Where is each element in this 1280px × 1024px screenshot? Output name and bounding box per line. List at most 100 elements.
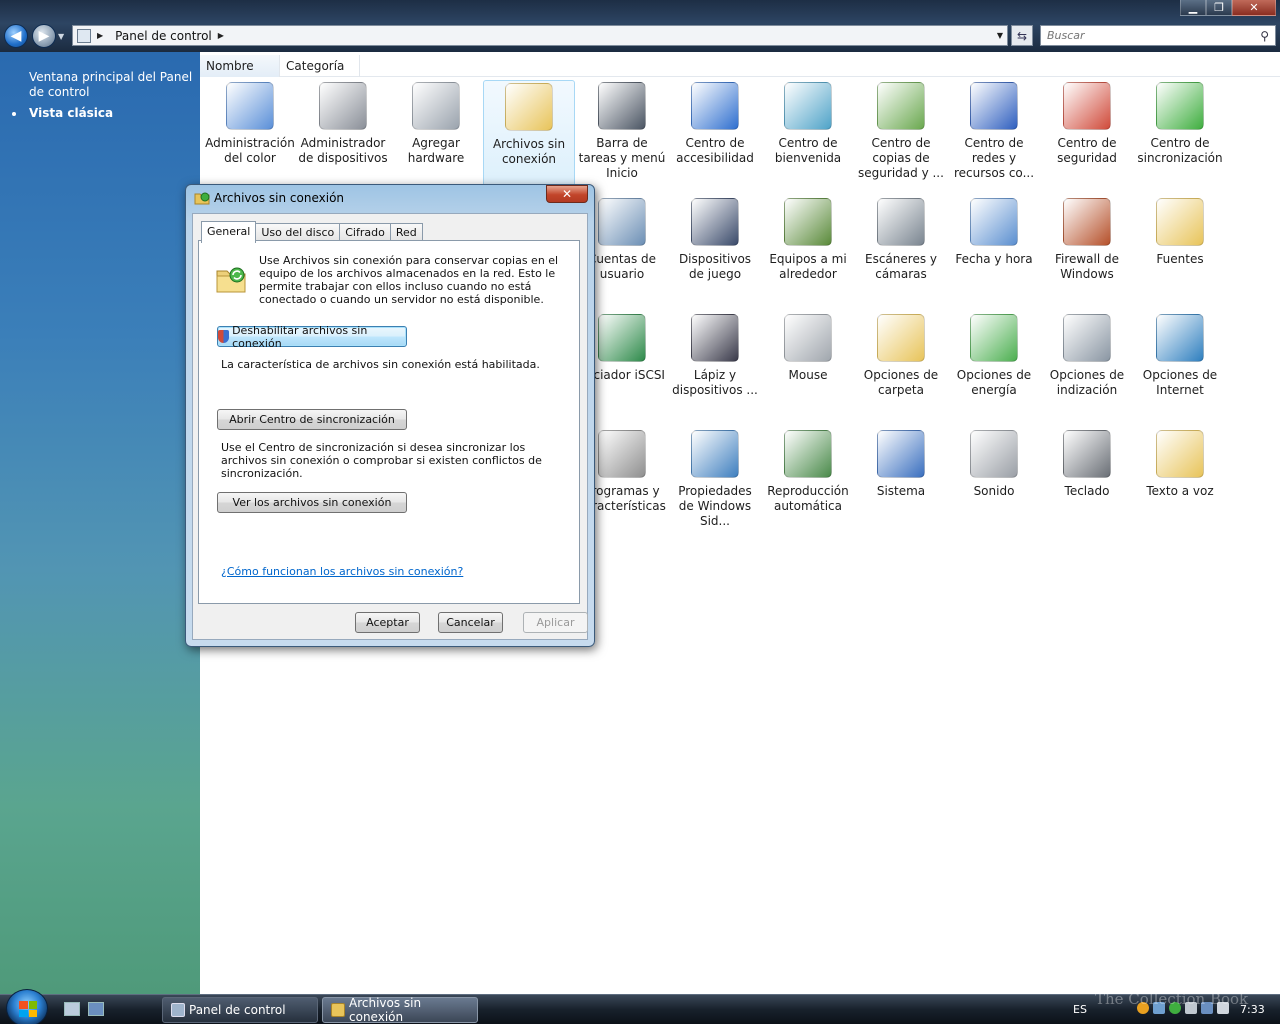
control-panel-item[interactable]: Centro de bienvenida xyxy=(762,80,854,190)
control-panel-icon xyxy=(77,28,91,43)
disable-offline-files-button[interactable]: Deshabilitar archivos sin conexión xyxy=(217,323,407,350)
column-header-name[interactable]: Nombre xyxy=(200,55,280,77)
control-panel-item[interactable]: Fuentes xyxy=(1134,196,1226,306)
item-label: Centro de seguridad xyxy=(1057,136,1117,165)
back-arrow-icon: ◀ xyxy=(10,28,22,44)
add-hardware-icon xyxy=(412,82,460,130)
control-panel-item[interactable]: Centro de copias de seguridad y ... xyxy=(855,80,947,190)
control-panel-item[interactable]: Opciones de Internet xyxy=(1134,312,1226,422)
control-panel-item[interactable]: Opciones de carpeta xyxy=(855,312,947,422)
control-panel-item[interactable]: Sistema xyxy=(855,428,947,538)
control-panel-item[interactable]: Firewall de Windows xyxy=(1041,196,1133,306)
taskbar-button-offline-files[interactable]: Archivos sin conexión xyxy=(322,996,478,1024)
sidebar-properties-icon xyxy=(691,430,739,478)
tab-general[interactable]: General xyxy=(201,221,257,243)
open-sync-center-button[interactable]: Abrir Centro de sincronización xyxy=(217,409,407,430)
control-panel-item[interactable]: Fecha y hora xyxy=(948,196,1040,306)
item-label: Administrador de dispositivos xyxy=(298,136,388,165)
control-panel-item[interactable]: Opciones de indización xyxy=(1041,312,1133,422)
control-panel-item[interactable]: Escáneres y cámaras xyxy=(855,196,947,306)
language-indicator[interactable]: ES xyxy=(1073,1003,1087,1016)
sync-center-icon xyxy=(1156,82,1204,130)
ok-button[interactable]: Aceptar xyxy=(355,612,420,633)
address-bar[interactable]: ▶ Panel de control ▶ ▼ xyxy=(72,25,1008,46)
general-tab-panel: Use Archivos sin conexión para conservar… xyxy=(198,240,580,604)
address-dropdown-icon[interactable]: ▼ xyxy=(997,31,1003,40)
search-box[interactable]: ⚲ xyxy=(1040,25,1276,46)
control-panel-item[interactable]: Administración del color xyxy=(204,80,296,190)
dialog-tabs: General Uso del disco Cifrado Red xyxy=(201,221,423,243)
close-button[interactable]: ✕ xyxy=(1232,0,1276,16)
control-panel-item[interactable]: Sonido xyxy=(948,428,1040,538)
switch-windows-icon[interactable] xyxy=(88,1002,104,1016)
maximize-button[interactable]: ❐ xyxy=(1206,0,1232,16)
cancel-button[interactable]: Cancelar xyxy=(438,612,503,633)
programs-icon xyxy=(598,430,646,478)
indexing-icon xyxy=(1063,314,1111,362)
column-headers: Nombre Categoría xyxy=(200,55,1280,77)
breadcrumb-control-panel[interactable]: Panel de control xyxy=(115,29,212,43)
control-panel-item[interactable]: Centro de seguridad xyxy=(1041,80,1133,190)
refresh-button[interactable]: ⇆ xyxy=(1011,25,1033,46)
sync-description: Use el Centro de sincronización si desea… xyxy=(221,441,542,480)
back-button[interactable]: ◀ xyxy=(4,24,28,48)
forward-button[interactable]: ▶ xyxy=(32,24,56,48)
mouse-icon xyxy=(784,314,832,362)
disable-button-label: Deshabilitar archivos sin conexión xyxy=(232,323,368,350)
history-dropdown-icon[interactable]: ▼ xyxy=(58,32,64,41)
minimize-button[interactable]: ▁ xyxy=(1180,0,1206,16)
window-title-bar: ▁ ❐ ✕ ◀ ▶ ▼ ▶ Panel de control ▶ ▼ ⇆ ⚲ xyxy=(0,0,1280,52)
apply-button[interactable]: Aplicar xyxy=(523,612,588,633)
control-panel-item[interactable]: Agregar hardware xyxy=(390,80,482,190)
breadcrumb-chevron-icon[interactable]: ▶ xyxy=(218,31,224,40)
speaker-icon xyxy=(970,430,1018,478)
offline-files-icon xyxy=(216,267,246,293)
color-management-icon xyxy=(226,82,274,130)
status-text: La característica de archivos sin conexi… xyxy=(221,358,540,371)
dialog-close-button[interactable]: ✕ xyxy=(546,185,588,203)
control-panel-item[interactable]: Administrador de dispositivos xyxy=(297,80,389,190)
item-label: Archivos sin conexión xyxy=(492,137,566,166)
view-offline-files-button[interactable]: Ver los archivos sin conexión xyxy=(217,492,407,513)
show-desktop-icon[interactable] xyxy=(64,1002,80,1016)
control-panel-item[interactable]: Dispositivos de juego xyxy=(669,196,761,306)
control-panel-item[interactable]: Teclado xyxy=(1041,428,1133,538)
control-panel-item[interactable]: Centro de accesibilidad xyxy=(669,80,761,190)
taskbar-button-control-panel[interactable]: Panel de control xyxy=(162,997,318,1023)
fonts-icon xyxy=(1156,198,1204,246)
iscsi-icon xyxy=(598,314,646,362)
keyboard-icon xyxy=(1063,430,1111,478)
start-button[interactable] xyxy=(6,989,48,1024)
folder-options-icon xyxy=(877,314,925,362)
control-panel-icon xyxy=(171,1003,185,1017)
control-panel-item[interactable]: Equipos a mi alrededor xyxy=(762,196,854,306)
control-panel-item[interactable]: Opciones de energía xyxy=(948,312,1040,422)
item-label: Fecha y hora xyxy=(955,252,1033,266)
item-label: Administración del color xyxy=(205,136,295,165)
search-icon[interactable]: ⚲ xyxy=(1260,29,1269,43)
column-header-category[interactable]: Categoría xyxy=(280,55,360,77)
firewall-icon xyxy=(1063,198,1111,246)
search-input[interactable] xyxy=(1041,29,1241,42)
item-label: Agregar hardware xyxy=(407,136,465,165)
control-panel-item[interactable]: Reproducción automática xyxy=(762,428,854,538)
item-label: Propiedades de Windows Sid... xyxy=(678,484,752,528)
item-label: Equipos a mi alrededor xyxy=(769,252,847,281)
control-panel-item[interactable]: Texto a voz xyxy=(1134,428,1226,538)
control-panel-item[interactable]: Centro de sincronización xyxy=(1134,80,1226,190)
control-panel-item[interactable]: Barra de tareas y menú Inicio xyxy=(576,80,668,190)
control-panel-item[interactable]: Mouse xyxy=(762,312,854,422)
offline-files-icon xyxy=(331,1003,345,1017)
item-label: Escáneres y cámaras xyxy=(865,252,937,281)
people-near-me-icon xyxy=(784,198,832,246)
control-panel-item[interactable]: Archivos sin conexión xyxy=(483,80,575,190)
control-panel-item[interactable]: Lápiz y dispositivos ... xyxy=(669,312,761,422)
sidebar-item-classic-view[interactable]: Vista clásica xyxy=(29,106,194,121)
autoplay-icon xyxy=(784,430,832,478)
item-label: Barra de tareas y menú Inicio xyxy=(578,136,666,180)
help-link[interactable]: ¿Cómo funcionan los archivos sin conexió… xyxy=(221,565,463,578)
breadcrumb-separator-icon: ▶ xyxy=(97,31,104,40)
sidebar-item-control-panel-home[interactable]: Ventana principal del Panel de control xyxy=(29,70,194,100)
control-panel-item[interactable]: Propiedades de Windows Sid... xyxy=(669,428,761,538)
control-panel-item[interactable]: Centro de redes y recursos co... xyxy=(948,80,1040,190)
